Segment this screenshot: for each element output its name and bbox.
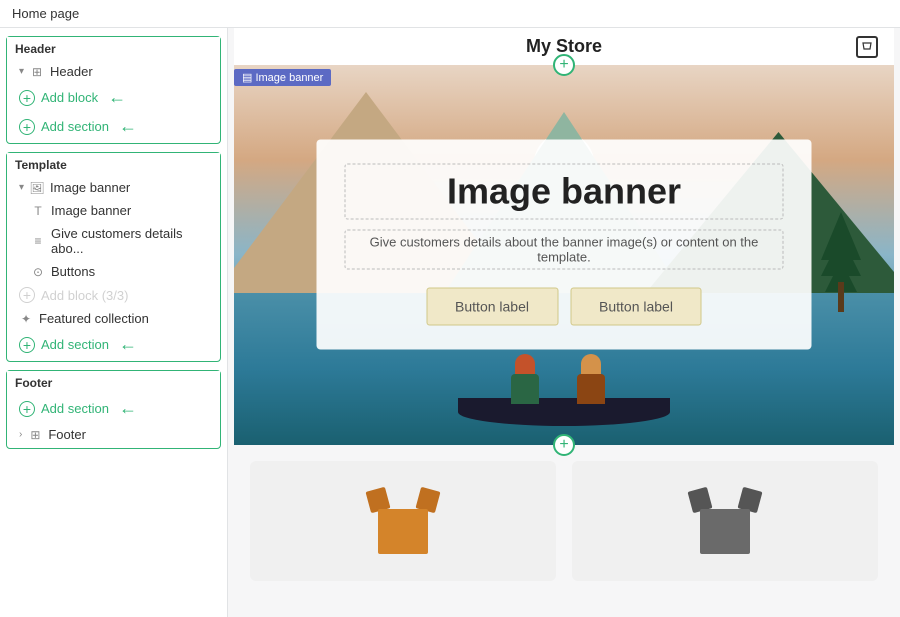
- grid-icon: ⊞: [30, 65, 44, 79]
- add-block-plus-icon: +: [19, 90, 35, 106]
- add-section-header-plus-icon: +: [19, 119, 35, 135]
- buttons-label: Buttons: [51, 264, 95, 279]
- image-icon: 🖼: [30, 181, 44, 195]
- boat-area: [432, 336, 696, 426]
- banner-overlay-card: Image banner Give customers details abou…: [317, 140, 812, 350]
- add-block-item[interactable]: + Add block ←: [7, 83, 220, 112]
- image-banner-label: Image banner: [50, 180, 130, 195]
- add-block-label: Add block: [41, 90, 98, 105]
- chevron-down-icon: ▾: [19, 182, 24, 193]
- orange-tshirt: [368, 489, 438, 554]
- banner-buttons-row: Button label Button label: [345, 288, 784, 326]
- header-section-title: Header: [7, 37, 220, 60]
- banner-overlay-title: Image banner: [345, 164, 784, 220]
- sidebar-item-buttons[interactable]: ⊙ Buttons: [7, 260, 220, 283]
- preview-area: My Store ▤ Image banner +: [228, 28, 900, 617]
- add-section-template-item[interactable]: + Add section ←: [7, 330, 220, 359]
- product-card-2[interactable]: [572, 461, 878, 581]
- template-section-group: Template ▾ 🖼 Image banner T Image banner…: [6, 152, 221, 362]
- top-bar: Home page: [0, 0, 900, 28]
- sidebar-item-footer[interactable]: › ⊞ Footer: [7, 423, 220, 446]
- add-section-footer-plus-icon: +: [19, 401, 35, 417]
- sidebar-item-image-banner-parent[interactable]: ▾ 🖼 Image banner: [7, 176, 220, 199]
- sidebar-item-featured-collection[interactable]: ✦ Featured collection: [7, 307, 220, 330]
- footer-section-group: Footer + Add section ← › ⊞ Footer: [6, 370, 221, 449]
- add-block-limited-plus-icon: +: [19, 287, 35, 303]
- tree-right: [821, 212, 861, 312]
- cursor-icon: ⊙: [31, 265, 45, 279]
- give-customers-label: Give customers details abo...: [51, 226, 212, 256]
- banner-button-2[interactable]: Button label: [570, 288, 702, 326]
- star-icon: ✦: [19, 312, 33, 326]
- preview-frame: My Store ▤ Image banner +: [234, 28, 894, 597]
- add-section-template-plus-icon: +: [19, 337, 35, 353]
- header-label: Header: [50, 64, 93, 79]
- tree-trunk: [838, 282, 844, 312]
- gray-tshirt: [690, 489, 760, 554]
- sidebar-item-header[interactable]: ▾ ⊞ Header: [7, 60, 220, 83]
- header-section-group: Header ▾ ⊞ Header + Add block ← + Add se…: [6, 36, 221, 144]
- footer-grid-icon: ⊞: [28, 428, 42, 442]
- plus-circle-top[interactable]: +: [553, 54, 575, 76]
- cart-icon[interactable]: [856, 36, 878, 58]
- plus-circle-bottom[interactable]: +: [553, 434, 575, 456]
- add-section-footer-label: Add section: [41, 401, 109, 416]
- add-section-footer-item[interactable]: + Add section ←: [7, 394, 220, 423]
- add-section-template-label: Add section: [41, 337, 109, 352]
- add-section-template-arrow: ←: [119, 334, 137, 355]
- add-block-arrow: ←: [108, 87, 126, 108]
- template-section-title: Template: [7, 153, 220, 176]
- banner-button-1[interactable]: Button label: [426, 288, 558, 326]
- banner-label-badge: ▤ Image banner: [234, 69, 331, 86]
- list-icon: ≡: [31, 234, 45, 248]
- add-section-header-arrow: ←: [119, 116, 137, 137]
- add-section-header-item[interactable]: + Add section ←: [7, 112, 220, 141]
- footer-section-title: Footer: [7, 371, 220, 394]
- footer-label: Footer: [48, 427, 86, 442]
- banner-label-icon: ▤: [242, 72, 255, 84]
- products-section: [234, 445, 894, 597]
- sidebar-item-give-customers[interactable]: ≡ Give customers details abo...: [7, 222, 220, 260]
- page-title: Home page: [12, 6, 79, 21]
- footer-chevron-icon: ›: [19, 429, 22, 440]
- add-block-limited-label: Add block (3/3): [41, 288, 128, 303]
- sidebar: Header ▾ ⊞ Header + Add block ← + Add se…: [0, 28, 228, 617]
- sidebar-item-image-banner[interactable]: T Image banner: [7, 199, 220, 222]
- chevron-icon: ▾: [19, 66, 24, 77]
- text-icon: T: [31, 204, 45, 218]
- banner-overlay-text: Give customers details about the banner …: [345, 230, 784, 270]
- featured-collection-label: Featured collection: [39, 311, 149, 326]
- banner-label-text: Image banner: [255, 72, 323, 84]
- product-card-1[interactable]: [250, 461, 556, 581]
- banner-section: ▤ Image banner +: [234, 65, 894, 445]
- add-section-header-label: Add section: [41, 119, 109, 134]
- banner-background: Image banner Give customers details abou…: [234, 65, 894, 445]
- image-banner-sub-label: Image banner: [51, 203, 131, 218]
- tree-foliage: [821, 212, 861, 292]
- add-block-limited-item: + Add block (3/3): [7, 283, 220, 307]
- add-section-footer-arrow: ←: [119, 398, 137, 419]
